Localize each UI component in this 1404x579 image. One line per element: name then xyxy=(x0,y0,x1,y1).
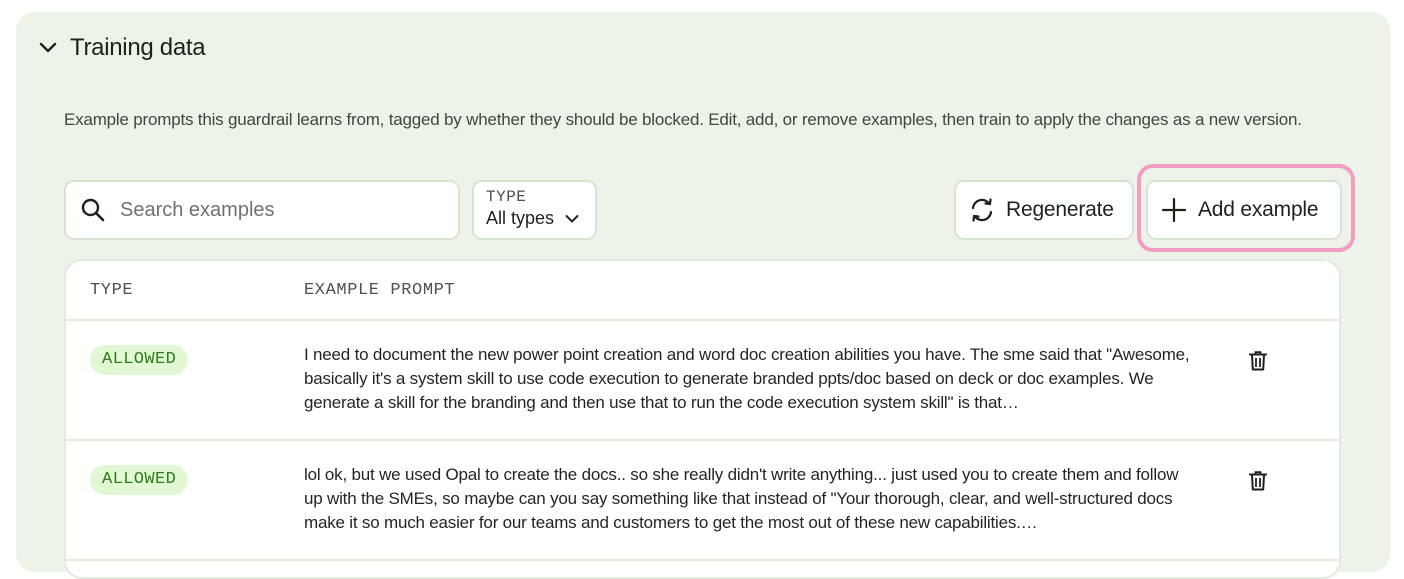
type-filter-caption: TYPE xyxy=(486,188,527,206)
type-filter-value: All types xyxy=(486,208,555,228)
section-toggle[interactable]: Training data xyxy=(36,30,206,66)
chevron-down-icon xyxy=(564,211,580,227)
example-prompt-text[interactable]: I need to document the new power point c… xyxy=(304,343,1194,415)
status-badge: ALLOWED xyxy=(90,345,189,375)
table-header: TYPE EXAMPLE PROMPT xyxy=(66,261,1339,321)
plus-icon xyxy=(1160,196,1188,224)
examples-table: TYPE EXAMPLE PROMPT ALLOWED I need to do… xyxy=(64,259,1341,579)
search-icon xyxy=(80,197,106,223)
type-filter-select[interactable]: TYPE All types xyxy=(472,180,597,240)
search-box[interactable] xyxy=(64,180,460,240)
search-input[interactable] xyxy=(118,197,438,223)
chevron-down-icon[interactable] xyxy=(36,36,60,60)
section-description: Example prompts this guardrail learns fr… xyxy=(64,110,1302,129)
regenerate-label: Regenerate xyxy=(1006,198,1114,221)
add-example-label: Add example xyxy=(1198,198,1319,221)
column-header-type[interactable]: TYPE xyxy=(90,281,133,300)
training-data-panel: Training data Example prompts this guard… xyxy=(16,12,1390,579)
trash-icon[interactable] xyxy=(1246,469,1270,493)
table-row[interactable]: ALLOWED lol ok, but we used Opal to crea… xyxy=(66,441,1339,561)
table-row[interactable]: ALLOWED I need to document the new power… xyxy=(66,321,1339,441)
refresh-icon xyxy=(968,196,996,224)
trash-icon[interactable] xyxy=(1246,349,1270,373)
add-example-button[interactable]: Add example xyxy=(1146,180,1342,240)
section-title: Training data xyxy=(70,34,206,61)
regenerate-button[interactable]: Regenerate xyxy=(954,180,1134,240)
example-prompt-text[interactable]: lol ok, but we used Opal to create the d… xyxy=(304,463,1194,535)
status-badge: ALLOWED xyxy=(90,465,189,495)
column-header-example-prompt[interactable]: EXAMPLE PROMPT xyxy=(304,281,455,300)
